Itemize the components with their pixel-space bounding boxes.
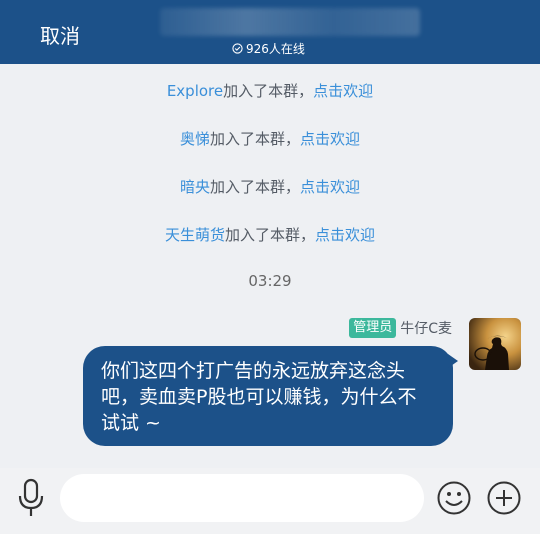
system-message: 奥悌加入了本群，点击欢迎 xyxy=(0,128,540,149)
system-message-text: 加入了本群， xyxy=(224,226,315,244)
system-message-text: 加入了本群， xyxy=(209,178,300,196)
plus-icon[interactable] xyxy=(486,480,522,516)
message-input[interactable] xyxy=(60,474,424,522)
system-message-text: 加入了本群， xyxy=(223,82,314,100)
member-name-link[interactable]: 暗央 xyxy=(180,178,210,196)
message-timestamp: 03:29 xyxy=(248,272,292,290)
sender-name[interactable]: 牛仔C麦 xyxy=(400,318,452,338)
avatar[interactable] xyxy=(469,318,521,370)
system-message-text: 加入了本群， xyxy=(209,130,300,148)
chat-header: 取消 926人在线 xyxy=(0,0,540,64)
welcome-link[interactable]: 点击欢迎 xyxy=(315,226,375,244)
message-bubble[interactable]: 你们这四个打广告的永远放弃这念头吧，卖血卖P股也可以赚钱，为什么不试试 ~ xyxy=(83,346,453,446)
cowboy-silhouette-image xyxy=(469,318,521,370)
system-message: Explore加入了本群，点击欢迎 xyxy=(0,80,540,101)
group-title-blurred xyxy=(160,8,420,36)
online-count: 926人在线 xyxy=(246,42,305,56)
member-name-link[interactable]: Explore xyxy=(167,82,223,100)
welcome-link[interactable]: 点击欢迎 xyxy=(313,82,373,100)
admin-badge: 管理员 xyxy=(349,318,397,338)
online-status[interactable]: 926人在线 xyxy=(232,40,305,57)
welcome-link[interactable]: 点击欢迎 xyxy=(300,130,360,148)
cancel-button[interactable]: 取消 xyxy=(40,20,80,49)
emoji-icon[interactable] xyxy=(436,480,472,516)
member-name-link[interactable]: 天生萌货 xyxy=(165,226,225,244)
member-name-link[interactable]: 奥悌 xyxy=(180,130,210,148)
check-circle-icon xyxy=(232,43,243,54)
system-message: 暗央加入了本群，点击欢迎 xyxy=(0,176,540,197)
mic-icon[interactable] xyxy=(14,477,48,519)
system-message: 天生萌货加入了本群，点击欢迎 xyxy=(0,224,540,245)
message-bubble-tail xyxy=(448,354,458,368)
sender-info: 管理员 牛仔C麦 xyxy=(349,318,452,338)
welcome-link[interactable]: 点击欢迎 xyxy=(300,178,360,196)
